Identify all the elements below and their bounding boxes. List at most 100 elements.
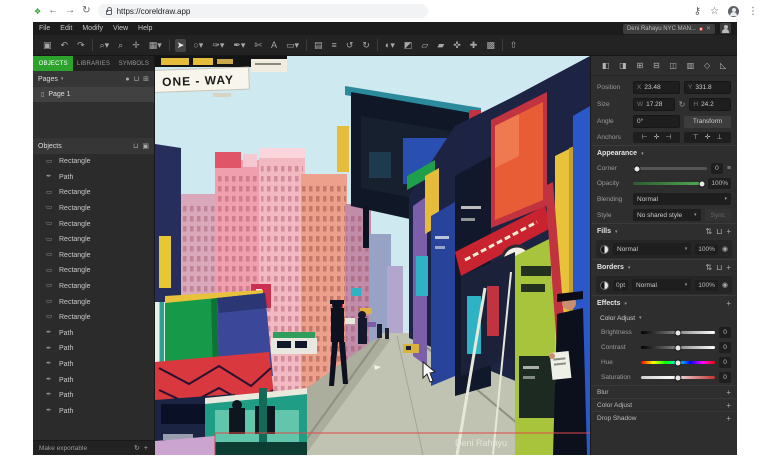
objects-header-icon[interactable]: ▣ bbox=[142, 143, 149, 150]
menu-view[interactable]: View bbox=[113, 25, 128, 32]
properties-tab-icon[interactable]: ⊟ bbox=[653, 61, 660, 70]
toolbar-tool-icon[interactable]: ⌕▾ bbox=[98, 39, 112, 52]
sync-button[interactable]: Sync bbox=[705, 209, 731, 221]
toolbar-tool-icon[interactable]: ▰ bbox=[435, 39, 446, 52]
fills-header-icon[interactable]: ⇅ bbox=[705, 228, 712, 236]
objects-section-header[interactable]: Objects ⊔ ▣ bbox=[33, 138, 154, 154]
object-list-item[interactable]: ✒ Path bbox=[33, 357, 154, 373]
color-adjust-group-header[interactable]: Color Adjust ▾ bbox=[591, 311, 737, 325]
object-list-item[interactable]: ▭ Rectangle bbox=[33, 201, 154, 217]
toolbar-tool-icon[interactable] bbox=[169, 39, 170, 51]
add-icon[interactable]: + bbox=[726, 388, 731, 397]
object-list-item[interactable]: ✒ Path bbox=[33, 341, 154, 357]
fills-header-icon[interactable]: ⊔ bbox=[716, 228, 722, 236]
object-list-item[interactable]: ▭ Rectangle bbox=[33, 248, 154, 264]
make-exportable-label[interactable]: Make exportable bbox=[39, 445, 87, 452]
width-field[interactable]: W 17.28 bbox=[633, 98, 675, 111]
password-key-icon[interactable]: ⚷ bbox=[694, 6, 701, 17]
height-field[interactable]: H 24.2 bbox=[689, 98, 731, 111]
properties-tab-icon[interactable]: ◇ bbox=[704, 61, 710, 70]
toolbar-tool-icon[interactable]: ➤ bbox=[175, 39, 187, 52]
style-select[interactable]: No shared style ▾ bbox=[633, 209, 701, 221]
fill-mode-select[interactable]: Normal ▾ bbox=[613, 243, 691, 255]
border-width-value[interactable]: 0pt bbox=[613, 280, 628, 291]
close-icon[interactable]: ✕ bbox=[706, 25, 711, 32]
angle-field[interactable]: 0° bbox=[633, 115, 680, 128]
object-list-item[interactable]: ▭ Rectangle bbox=[33, 185, 154, 201]
corner-slider[interactable] bbox=[633, 167, 707, 170]
effect-slider-value[interactable]: 0 bbox=[719, 372, 731, 383]
opacity-slider[interactable] bbox=[633, 182, 704, 185]
eye-icon[interactable]: ◉ bbox=[722, 282, 728, 289]
toolbar-tool-icon[interactable]: ▤ bbox=[312, 39, 325, 52]
page-list-item[interactable]: ▯ Page 1 bbox=[33, 87, 154, 102]
effect-add-row[interactable]: Color Adjust + bbox=[591, 398, 737, 411]
toolbar-tool-icon[interactable]: ▣ bbox=[41, 39, 54, 52]
reload-icon[interactable]: ↻ bbox=[82, 6, 90, 16]
toolbar-tool-icon[interactable]: ▦▾ bbox=[147, 39, 164, 52]
forward-icon[interactable]: → bbox=[65, 6, 75, 16]
borders-header-icon[interactable]: + bbox=[726, 264, 731, 272]
properties-tab-icon[interactable]: ◫ bbox=[669, 61, 677, 70]
toolbar-tool-icon[interactable] bbox=[306, 39, 307, 51]
toolbar-tool-icon[interactable]: ↻ bbox=[360, 39, 372, 52]
borders-section-header[interactable]: Borders ▾ ⇅⊔+ bbox=[591, 259, 737, 275]
menu-edit[interactable]: Edit bbox=[60, 25, 72, 32]
toolbar-tool-icon[interactable]: ✚ bbox=[468, 39, 480, 52]
border-mode-select[interactable]: Normal ▾ bbox=[632, 279, 691, 291]
fill-opacity-value[interactable]: 100% bbox=[695, 244, 718, 255]
menu-modify[interactable]: Modify bbox=[82, 25, 103, 32]
tab-symbols[interactable]: SYMBOLS bbox=[114, 56, 154, 71]
bookmark-star-icon[interactable]: ☆ bbox=[710, 6, 719, 17]
toolbar-tool-icon[interactable]: ✒▾ bbox=[231, 39, 247, 52]
borders-header-icon[interactable]: ⇅ bbox=[705, 264, 712, 272]
toolbar-tool-icon[interactable]: ⌕ bbox=[116, 39, 125, 52]
object-list-item[interactable]: ✒ Path bbox=[33, 170, 154, 186]
toolbar-tool-icon[interactable]: ▩ bbox=[484, 39, 497, 52]
effects-section-header[interactable]: Effects ▾ + bbox=[591, 295, 737, 311]
effect-add-row[interactable]: Drop Shadow + bbox=[591, 411, 737, 424]
drawing-canvas[interactable]: ONE - WAY bbox=[155, 56, 590, 455]
toolbar-tool-icon[interactable]: ○▾ bbox=[191, 39, 205, 52]
object-list-item[interactable]: ✒ Path bbox=[33, 388, 154, 404]
toolbar-tool-icon[interactable]: ◩ bbox=[402, 39, 415, 52]
position-x-field[interactable]: X 23.48 bbox=[633, 81, 680, 94]
object-list-item[interactable]: ▭ Rectangle bbox=[33, 294, 154, 310]
tab-libraries[interactable]: LIBRARIES bbox=[73, 56, 113, 71]
toolbar-tool-icon[interactable]: ▱ bbox=[419, 39, 430, 52]
properties-tab-icon[interactable]: ⊞ bbox=[637, 61, 644, 70]
pages-header-icon[interactable]: ⊞ bbox=[143, 76, 149, 83]
border-color-swatch[interactable] bbox=[600, 281, 609, 290]
object-list-item[interactable]: ▭ Rectangle bbox=[33, 263, 154, 279]
eye-icon[interactable]: ◉ bbox=[722, 246, 728, 253]
menu-help[interactable]: Help bbox=[138, 25, 152, 32]
anchor-icon[interactable]: ⊣ bbox=[665, 134, 671, 141]
toolbar-tool-icon[interactable]: ↷ bbox=[75, 39, 87, 52]
anchor-icon[interactable]: ⊥ bbox=[716, 134, 722, 141]
toolbar-tool-icon[interactable]: ✜ bbox=[451, 39, 463, 52]
position-y-field[interactable]: Y 331.8 bbox=[684, 81, 731, 94]
toolbar-tool-icon[interactable] bbox=[502, 39, 503, 51]
properties-tab-icon[interactable]: ◧ bbox=[602, 61, 610, 70]
effect-slider-value[interactable]: 0 bbox=[719, 342, 731, 353]
toolbar-tool-icon[interactable] bbox=[377, 39, 378, 51]
object-list-item[interactable]: ✒ Path bbox=[33, 326, 154, 342]
toolbar-tool-icon[interactable]: ✄ bbox=[252, 39, 264, 52]
effect-slider[interactable] bbox=[641, 331, 715, 334]
blending-select[interactable]: Normal ▾ bbox=[633, 193, 731, 205]
properties-tab-icon[interactable]: ▥ bbox=[687, 61, 695, 70]
pages-section-header[interactable]: Pages ▾ ● ⊔ ⊞ bbox=[33, 71, 154, 87]
toolbar-tool-icon[interactable]: ↶ bbox=[59, 39, 71, 52]
effect-slider-value[interactable]: 0 bbox=[719, 327, 731, 338]
document-tab[interactable]: Deni Rahayu NYC MAN... ✕ bbox=[623, 24, 715, 34]
menu-file[interactable]: File bbox=[39, 25, 50, 32]
border-opacity-value[interactable]: 100% bbox=[695, 280, 718, 291]
url-bar[interactable]: https://coreldraw.app bbox=[98, 4, 428, 18]
corner-value[interactable]: 0 bbox=[711, 163, 723, 174]
tab-objects[interactable]: OBJECTS bbox=[33, 56, 73, 71]
toolbar-tool-icon[interactable]: ⇧ bbox=[508, 39, 520, 52]
effect-slider[interactable] bbox=[641, 361, 715, 364]
toolbar-tool-icon[interactable]: ↺ bbox=[344, 39, 356, 52]
toolbar-tool-icon[interactable]: ◐▾ bbox=[383, 39, 397, 52]
pages-header-icon[interactable]: ⊔ bbox=[134, 76, 139, 83]
